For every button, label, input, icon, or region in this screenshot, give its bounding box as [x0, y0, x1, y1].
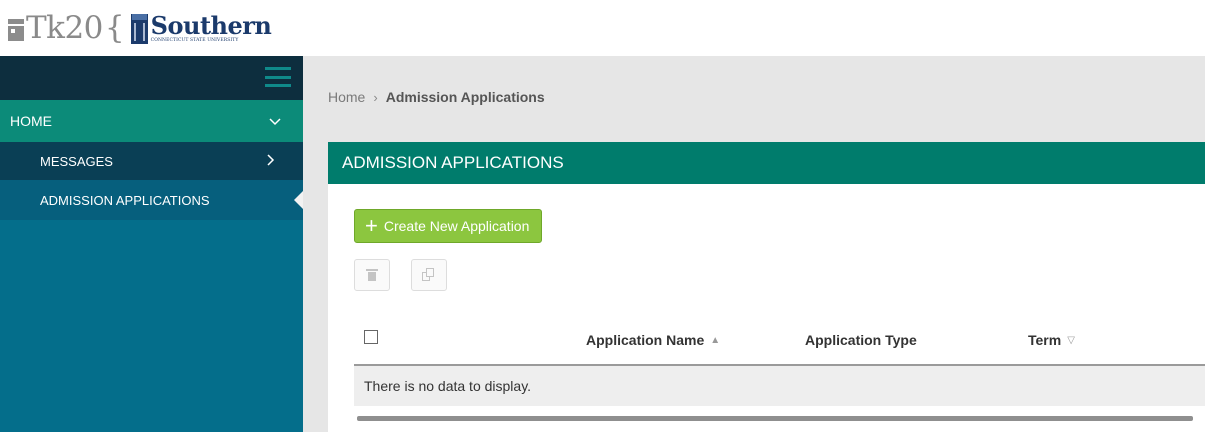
- tk20-logo-mark-icon: [8, 19, 24, 41]
- column-header-application-type[interactable]: Application Type: [805, 332, 917, 348]
- sidebar-item-label: ADMISSION APPLICATIONS: [40, 192, 210, 208]
- sort-descending-icon: ▽: [1067, 334, 1075, 346]
- tk20-logo-text: Tk20: [26, 9, 103, 46]
- column-label: Application Name: [586, 332, 705, 348]
- breadcrumb-current: Admission Applications: [385, 89, 545, 105]
- trash-icon: [366, 269, 378, 281]
- delete-button[interactable]: [354, 259, 390, 291]
- active-indicator: [294, 191, 303, 209]
- southern-logo: Southern CONNECTICUT STATE UNIVERSITY: [130, 11, 272, 44]
- sidebar-item-home[interactable]: HOME: [0, 100, 303, 142]
- chevron-down-icon: [269, 113, 281, 129]
- breadcrumb: Home › Admission Applications: [328, 89, 545, 105]
- sidebar: HOME MESSAGES ADMISSION APPLICATIONS: [0, 56, 303, 432]
- tk20-logo[interactable]: Tk20 { Southern CONNECTICUT STATE UNIVER…: [8, 6, 272, 50]
- copy-button[interactable]: [411, 259, 447, 291]
- tk20-logo-brace: {: [104, 9, 125, 46]
- hamburger-menu-icon[interactable]: [265, 67, 291, 87]
- create-button-label: Create New Application: [383, 218, 530, 234]
- main-content: Home › Admission Applications ADMISSION …: [303, 56, 1205, 432]
- admission-applications-panel: ADMISSION APPLICATIONS + Create New Appl…: [328, 142, 1205, 432]
- horizontal-scrollbar[interactable]: [357, 416, 1193, 421]
- sidebar-item-admission-applications[interactable]: ADMISSION APPLICATIONS: [0, 180, 303, 220]
- sidebar-item-messages[interactable]: MESSAGES: [0, 142, 303, 180]
- sidebar-item-label: MESSAGES: [40, 153, 113, 169]
- page-title: ADMISSION APPLICATIONS: [328, 142, 1205, 184]
- select-all-checkbox[interactable]: [364, 330, 378, 344]
- breadcrumb-separator: ›: [373, 89, 378, 105]
- southern-logo-name: Southern: [150, 11, 272, 40]
- table-header: Application Name ▲ Application Type Term…: [354, 324, 1205, 364]
- southern-seal-icon: [130, 14, 148, 44]
- column-label: Term: [1028, 332, 1062, 348]
- sort-ascending-icon: ▲: [710, 334, 721, 346]
- plus-icon: +: [365, 213, 378, 238]
- column-label: Application Type: [805, 332, 917, 348]
- copy-icon: [422, 268, 436, 282]
- chevron-right-icon: [267, 153, 275, 169]
- breadcrumb-home-link[interactable]: Home: [328, 89, 365, 105]
- sidebar-top-bar: [0, 56, 303, 100]
- app-header: Tk20 { Southern CONNECTICUT STATE UNIVER…: [0, 0, 1205, 56]
- column-header-term[interactable]: Term ▽: [1028, 332, 1075, 348]
- southern-logo-subtitle: CONNECTICUT STATE UNIVERSITY: [150, 38, 239, 43]
- empty-table-message: There is no data to display.: [354, 366, 1205, 406]
- column-header-application-name[interactable]: Application Name ▲: [586, 332, 720, 348]
- create-new-application-button[interactable]: + Create New Application: [354, 209, 543, 243]
- sidebar-item-label: HOME: [10, 113, 52, 129]
